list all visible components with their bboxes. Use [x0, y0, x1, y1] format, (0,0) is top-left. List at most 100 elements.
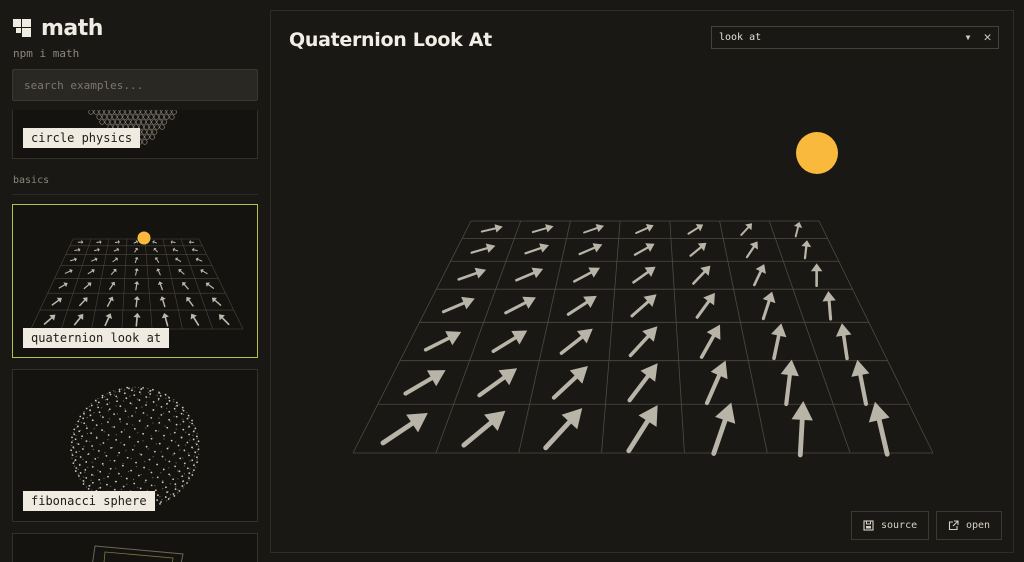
sphere-point: [194, 427, 197, 430]
sphere-point: [76, 426, 78, 429]
sphere-point: [158, 421, 161, 424]
sphere-point: [157, 398, 160, 400]
sphere-point: [159, 496, 161, 498]
arrow-shaft: [699, 334, 716, 359]
arrow-head: [133, 312, 141, 318]
example-select[interactable]: look at ▼ ✕: [711, 26, 999, 49]
grid-line: [669, 220, 685, 454]
arrow-shaft: [51, 299, 60, 306]
sphere-point: [175, 415, 178, 418]
sphere-point: [130, 469, 132, 472]
sun-target: [796, 132, 838, 174]
arrow-head: [780, 359, 799, 377]
physics-circle: [141, 129, 147, 135]
sphere-point: [142, 432, 145, 435]
sphere-point: [173, 407, 176, 410]
example-card-fibonacci-sphere[interactable]: fibonacci sphere: [12, 369, 258, 522]
sphere-point: [86, 417, 88, 419]
sphere-point: [98, 478, 101, 481]
sphere-point: [127, 470, 130, 473]
sphere-point: [169, 483, 172, 485]
sphere-point: [140, 388, 143, 390]
sphere-point: [135, 466, 138, 468]
sphere-point: [178, 470, 181, 473]
sphere-point: [71, 454, 74, 457]
sphere-point: [97, 401, 100, 404]
sphere-point: [113, 459, 116, 462]
physics-circle: [159, 124, 165, 130]
physics-circle: [161, 119, 168, 125]
arrow-head: [771, 323, 787, 338]
sphere-point: [169, 475, 172, 477]
quaternion-scene[interactable]: [271, 71, 1013, 501]
arrow-shaft: [761, 299, 771, 321]
sphere-point: [126, 386, 129, 389]
section-divider: [12, 194, 258, 195]
sphere-point: [117, 455, 119, 457]
arrow-shaft: [876, 417, 890, 457]
sphere-point: [147, 448, 149, 450]
sphere-point: [162, 468, 165, 471]
arrow-head: [640, 363, 658, 382]
sphere-point: [75, 467, 78, 469]
search-input[interactable]: [12, 69, 258, 101]
sphere-point: [196, 456, 198, 459]
chevron-down-icon[interactable]: ▼: [960, 33, 976, 42]
sphere-point: [104, 396, 106, 398]
physics-circle: [129, 110, 136, 115]
sphere-point: [191, 459, 194, 462]
arrow-shaft: [179, 270, 185, 275]
example-card-next[interactable]: [12, 533, 258, 562]
physics-circle: [169, 114, 175, 120]
sphere-point: [193, 455, 195, 457]
arrow-shaft: [470, 247, 489, 254]
sphere-point: [91, 465, 94, 468]
sphere-point: [113, 390, 115, 392]
sphere-point: [150, 471, 153, 474]
sphere-point: [82, 483, 85, 485]
sphere-point: [82, 448, 84, 450]
physics-circle: [139, 134, 145, 140]
open-button[interactable]: open: [936, 511, 1003, 540]
sphere-point: [77, 443, 80, 446]
sphere-point: [173, 431, 176, 434]
arrow-shaft: [515, 271, 536, 282]
arrow-shaft: [423, 336, 451, 352]
sphere-point: [152, 456, 154, 458]
sphere-point: [189, 421, 191, 423]
physics-circle: [138, 114, 144, 120]
sphere-point: [179, 457, 182, 460]
sphere-point: [168, 410, 171, 413]
sphere-point: [85, 440, 88, 442]
sphere-point: [131, 403, 133, 405]
source-button[interactable]: source: [851, 511, 930, 540]
sphere-point: [80, 421, 83, 424]
example-card-quaternion-look-at[interactable]: quaternion look at: [12, 204, 258, 358]
sphere-point: [70, 449, 73, 452]
arrow-shaft: [543, 419, 572, 451]
sun-marker: [137, 231, 151, 245]
sphere-point: [183, 473, 186, 475]
brand[interactable]: math: [13, 16, 103, 41]
sphere-point: [146, 424, 149, 427]
sphere-point: [177, 470, 179, 472]
arrow-shaft: [711, 417, 728, 456]
arrow-shaft: [135, 283, 138, 291]
example-card-circle-physics[interactable]: circle physics: [12, 110, 258, 159]
sphere-point: [131, 387, 133, 389]
sphere-point: [93, 428, 95, 430]
sphere-point: [73, 433, 76, 436]
sphere-point: [97, 487, 100, 489]
sphere-point: [107, 475, 109, 478]
sphere-point: [166, 447, 169, 450]
sphere-point: [182, 409, 185, 412]
sphere-point: [101, 396, 104, 399]
physics-circle: [99, 119, 105, 125]
physics-circle: [140, 119, 147, 125]
sphere-point: [131, 448, 134, 451]
physics-circle: [98, 110, 105, 115]
sphere-point: [157, 430, 160, 432]
close-icon[interactable]: ✕: [976, 30, 998, 45]
sphere-point: [168, 467, 170, 469]
card-label: fibonacci sphere: [23, 491, 155, 511]
